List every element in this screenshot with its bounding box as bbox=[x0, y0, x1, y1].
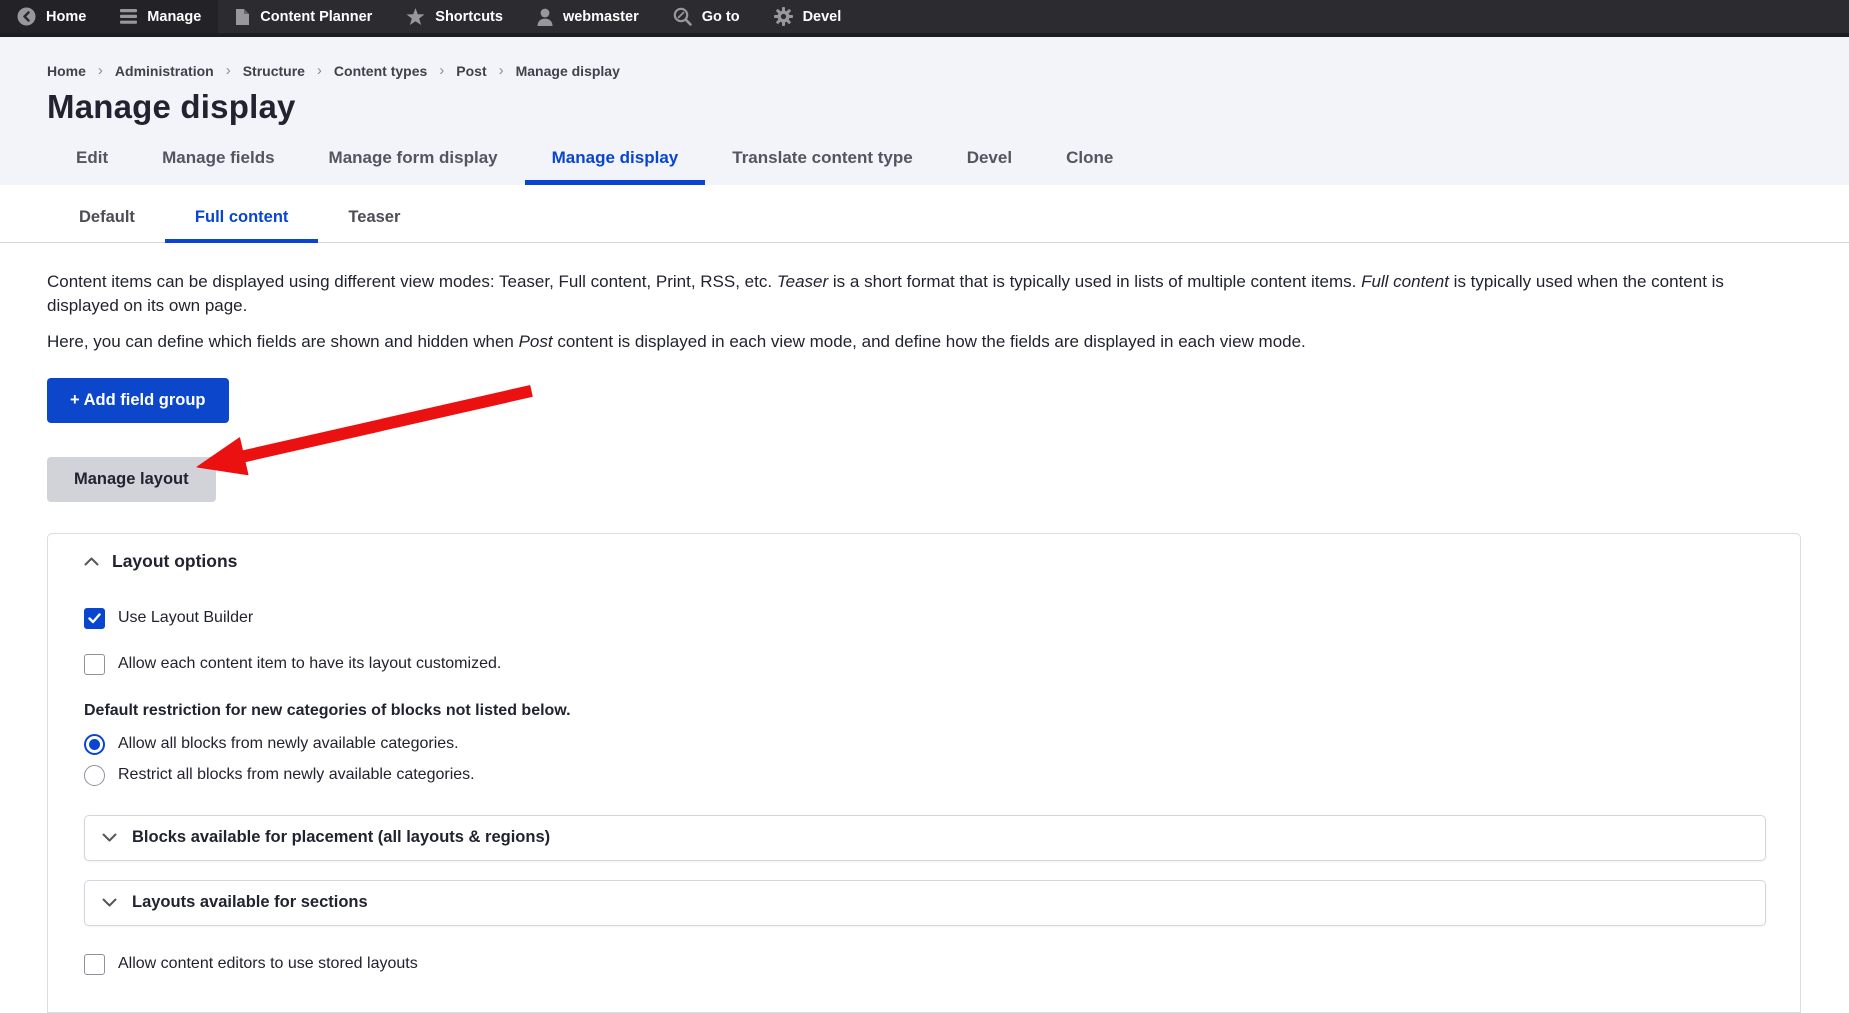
gear-icon bbox=[774, 7, 793, 26]
file-icon bbox=[235, 8, 250, 26]
toolbar-item-label: Manage bbox=[147, 9, 201, 25]
user-icon bbox=[537, 8, 553, 26]
allow-all-blocks-row: Allow all blocks from newly available ca… bbox=[84, 734, 1800, 755]
page-title: Manage display bbox=[47, 88, 1849, 126]
tab-manage-fields[interactable]: Manage fields bbox=[135, 142, 301, 185]
toolbar-item-goto[interactable]: Go to bbox=[656, 0, 757, 33]
search-icon bbox=[673, 7, 692, 26]
toolbar-item-content-planner[interactable]: Content Planner bbox=[218, 0, 389, 33]
tab-default[interactable]: Default bbox=[49, 208, 165, 242]
intro-paragraph-1: Content items can be displayed using dif… bbox=[47, 270, 1797, 317]
layout-options-fieldset: Layout options Use Layout Builder Allow … bbox=[47, 533, 1801, 1013]
allow-all-blocks-label[interactable]: Allow all blocks from newly available ca… bbox=[118, 735, 459, 753]
manage-layout-button[interactable]: Manage layout bbox=[47, 457, 216, 502]
restrict-all-blocks-row: Restrict all blocks from newly available… bbox=[84, 765, 1800, 786]
back-icon bbox=[17, 7, 36, 26]
layout-options-legend[interactable]: Layout options bbox=[84, 551, 304, 572]
breadcrumb-separator: › bbox=[98, 62, 103, 79]
star-icon bbox=[406, 8, 425, 26]
emphasis-full-content: Full content bbox=[1361, 272, 1449, 291]
allow-all-blocks-radio[interactable] bbox=[84, 734, 105, 755]
tab-edit[interactable]: Edit bbox=[49, 142, 135, 185]
view-mode-tabs: Default Full content Teaser bbox=[0, 185, 1849, 243]
breadcrumb-link-content-types[interactable]: Content types bbox=[334, 63, 427, 79]
tab-devel[interactable]: Devel bbox=[940, 142, 1039, 185]
toolbar-item-label: Content Planner bbox=[260, 9, 372, 25]
breadcrumb-separator: › bbox=[499, 62, 504, 79]
layouts-available-details-label: Layouts available for sections bbox=[132, 893, 368, 912]
toolbar-item-devel[interactable]: Devel bbox=[757, 0, 859, 33]
stored-layouts-label[interactable]: Allow content editors to use stored layo… bbox=[118, 955, 418, 973]
toolbar-item-label: webmaster bbox=[563, 9, 639, 25]
chevron-up-icon bbox=[84, 557, 99, 566]
chevron-down-icon bbox=[102, 898, 117, 907]
tab-manage-display[interactable]: Manage display bbox=[525, 142, 706, 185]
blocks-available-details-label: Blocks available for placement (all layo… bbox=[132, 828, 550, 847]
breadcrumb-link-structure[interactable]: Structure bbox=[243, 63, 305, 79]
tab-full-content[interactable]: Full content bbox=[165, 208, 319, 242]
use-layout-builder-checkbox[interactable] bbox=[84, 608, 105, 629]
emphasis-teaser: Teaser bbox=[777, 272, 828, 291]
breadcrumb-separator: › bbox=[439, 62, 444, 79]
toolbar-item-user[interactable]: webmaster bbox=[520, 0, 656, 33]
toolbar-item-manage[interactable]: Manage bbox=[103, 0, 218, 33]
blocks-available-details[interactable]: Blocks available for placement (all layo… bbox=[84, 815, 1766, 861]
allow-custom-layout-checkbox[interactable] bbox=[84, 654, 105, 675]
chevron-down-icon bbox=[102, 833, 117, 842]
toolbar-item-home[interactable]: Home bbox=[0, 0, 103, 33]
tab-translate-content-type[interactable]: Translate content type bbox=[705, 142, 939, 185]
allow-custom-layout-label[interactable]: Allow each content item to have its layo… bbox=[118, 655, 501, 673]
breadcrumb: Home › Administration › Structure › Cont… bbox=[47, 62, 1849, 79]
toolbar-item-label: Shortcuts bbox=[435, 9, 503, 25]
use-layout-builder-row: Use Layout Builder bbox=[84, 608, 1800, 629]
allow-custom-layout-row: Allow each content item to have its layo… bbox=[84, 654, 1800, 675]
use-layout-builder-label[interactable]: Use Layout Builder bbox=[118, 609, 253, 627]
page-header: Home › Administration › Structure › Cont… bbox=[0, 37, 1849, 185]
intro-paragraph-2: Here, you can define which fields are sh… bbox=[47, 330, 1797, 354]
breadcrumb-link-administration[interactable]: Administration bbox=[115, 63, 214, 79]
tab-clone[interactable]: Clone bbox=[1039, 142, 1140, 185]
stored-layouts-row: Allow content editors to use stored layo… bbox=[84, 954, 1800, 975]
default-restriction-label: Default restriction for new categories o… bbox=[84, 702, 1800, 720]
breadcrumb-link-home[interactable]: Home bbox=[47, 63, 86, 79]
restrict-all-blocks-radio[interactable] bbox=[84, 765, 105, 786]
menu-icon bbox=[120, 9, 137, 24]
primary-tabs: Edit Manage fields Manage form display M… bbox=[49, 142, 1849, 185]
emphasis-post: Post bbox=[519, 332, 553, 351]
breadcrumb-separator: › bbox=[317, 62, 322, 79]
breadcrumb-current: Manage display bbox=[516, 63, 620, 79]
toolbar-item-label: Devel bbox=[803, 9, 842, 25]
breadcrumb-separator: › bbox=[226, 62, 231, 79]
tab-manage-form-display[interactable]: Manage form display bbox=[302, 142, 525, 185]
toolbar-item-label: Go to bbox=[702, 9, 740, 25]
breadcrumb-link-post[interactable]: Post bbox=[456, 63, 486, 79]
stored-layouts-checkbox[interactable] bbox=[84, 954, 105, 975]
toolbar-item-shortcuts[interactable]: Shortcuts bbox=[389, 0, 520, 33]
restrict-all-blocks-label[interactable]: Restrict all blocks from newly available… bbox=[118, 766, 475, 784]
tab-teaser[interactable]: Teaser bbox=[318, 208, 430, 242]
layouts-available-details[interactable]: Layouts available for sections bbox=[84, 880, 1766, 926]
main-content: Content items can be displayed using dif… bbox=[0, 270, 1849, 1013]
toolbar-item-label: Home bbox=[46, 9, 86, 25]
admin-toolbar: Home Manage Content Planner Shortcuts we… bbox=[0, 0, 1849, 37]
add-field-group-button[interactable]: + Add field group bbox=[47, 378, 229, 423]
layout-options-legend-label: Layout options bbox=[112, 551, 237, 572]
